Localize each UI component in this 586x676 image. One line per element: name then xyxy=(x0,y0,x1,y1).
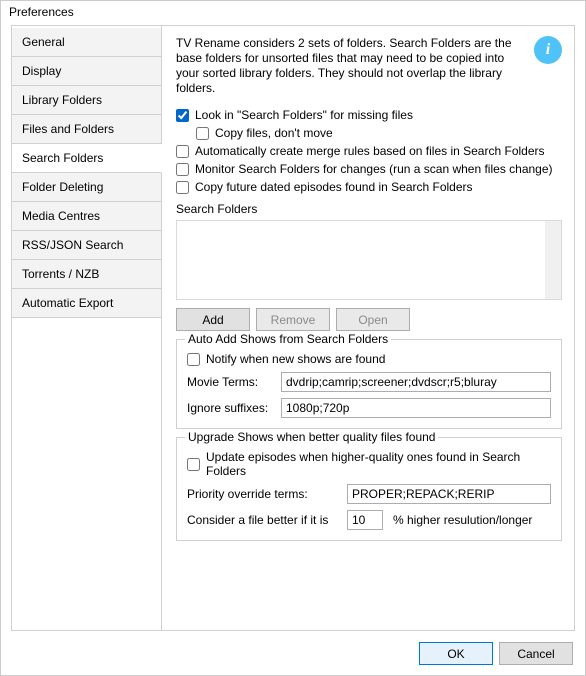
tab-folder-deleting[interactable]: Folder Deleting xyxy=(12,173,161,202)
open-button[interactable]: Open xyxy=(336,308,410,331)
info-icon[interactable]: i xyxy=(534,36,562,64)
tab-torrents-nzb[interactable]: Torrents / NZB xyxy=(12,260,161,289)
search-folders-list[interactable]: ▴ xyxy=(176,220,562,300)
tab-display[interactable]: Display xyxy=(12,57,161,86)
window-title: Preferences xyxy=(1,1,585,25)
input-ignore-suffixes[interactable] xyxy=(281,398,551,418)
checkbox-copy-not-move[interactable] xyxy=(196,127,209,140)
checkbox-notify[interactable] xyxy=(187,353,200,366)
label-consider-suffix: % higher resulution/longer xyxy=(393,513,532,527)
label-copy-not-move: Copy files, don't move xyxy=(215,126,333,140)
group-auto-add-title: Auto Add Shows from Search Folders xyxy=(185,332,391,346)
tab-library-folders[interactable]: Library Folders xyxy=(12,86,161,115)
checkbox-update-hq[interactable] xyxy=(187,458,200,471)
preferences-window: Preferences General Display Library Fold… xyxy=(0,0,586,676)
checkbox-auto-merge[interactable] xyxy=(176,145,189,158)
label-look-in: Look in "Search Folders" for missing fil… xyxy=(195,108,413,122)
label-update-hq: Update episodes when higher-quality ones… xyxy=(206,450,551,478)
ok-button[interactable]: OK xyxy=(419,642,493,665)
option-auto-merge[interactable]: Automatically create merge rules based o… xyxy=(176,144,562,158)
label-copy-future: Copy future dated episodes found in Sear… xyxy=(195,180,473,194)
dialog-footer: OK Cancel xyxy=(419,642,573,665)
label-notify: Notify when new shows are found xyxy=(206,352,385,366)
group-auto-add: Auto Add Shows from Search Folders Notif… xyxy=(176,339,562,429)
tab-search-folders[interactable]: Search Folders xyxy=(12,144,162,173)
add-button[interactable]: Add xyxy=(176,308,250,331)
scroll-up-icon[interactable]: ▴ xyxy=(553,224,558,235)
label-priority-terms: Priority override terms: xyxy=(187,487,337,501)
option-notify-new-shows[interactable]: Notify when new shows are found xyxy=(187,352,551,366)
panel-search-folders: TV Rename considers 2 sets of folders. S… xyxy=(162,26,574,630)
tab-general[interactable]: General xyxy=(12,28,161,57)
tab-media-centres[interactable]: Media Centres xyxy=(12,202,161,231)
label-ignore-suffixes: Ignore suffixes: xyxy=(187,401,271,415)
tab-files-and-folders[interactable]: Files and Folders xyxy=(12,115,161,144)
input-consider-percent[interactable] xyxy=(347,510,383,530)
label-monitor: Monitor Search Folders for changes (run … xyxy=(195,162,553,176)
input-movie-terms[interactable] xyxy=(281,372,551,392)
cancel-button[interactable]: Cancel xyxy=(499,642,573,665)
tab-list: General Display Library Folders Files an… xyxy=(12,26,162,630)
group-upgrade-title: Upgrade Shows when better quality files … xyxy=(185,430,438,444)
label-auto-merge: Automatically create merge rules based o… xyxy=(195,144,545,158)
checkbox-copy-future[interactable] xyxy=(176,181,189,194)
content-frame: General Display Library Folders Files an… xyxy=(11,25,575,631)
input-priority-terms[interactable] xyxy=(347,484,551,504)
option-update-higher-quality[interactable]: Update episodes when higher-quality ones… xyxy=(187,450,551,478)
group-upgrade: Upgrade Shows when better quality files … xyxy=(176,437,562,541)
search-folders-label: Search Folders xyxy=(176,202,562,216)
tab-rss-json-search[interactable]: RSS/JSON Search xyxy=(12,231,161,260)
label-consider-better: Consider a file better if it is xyxy=(187,513,337,527)
option-copy-future[interactable]: Copy future dated episodes found in Sear… xyxy=(176,180,562,194)
description-text: TV Rename considers 2 sets of folders. S… xyxy=(176,36,526,96)
option-look-in[interactable]: Look in "Search Folders" for missing fil… xyxy=(176,108,562,122)
option-copy-not-move[interactable]: Copy files, don't move xyxy=(196,126,562,140)
remove-button[interactable]: Remove xyxy=(256,308,330,331)
checkbox-monitor[interactable] xyxy=(176,163,189,176)
checkbox-look-in[interactable] xyxy=(176,109,189,122)
option-monitor[interactable]: Monitor Search Folders for changes (run … xyxy=(176,162,562,176)
label-movie-terms: Movie Terms: xyxy=(187,375,271,389)
tab-automatic-export[interactable]: Automatic Export xyxy=(12,289,161,318)
